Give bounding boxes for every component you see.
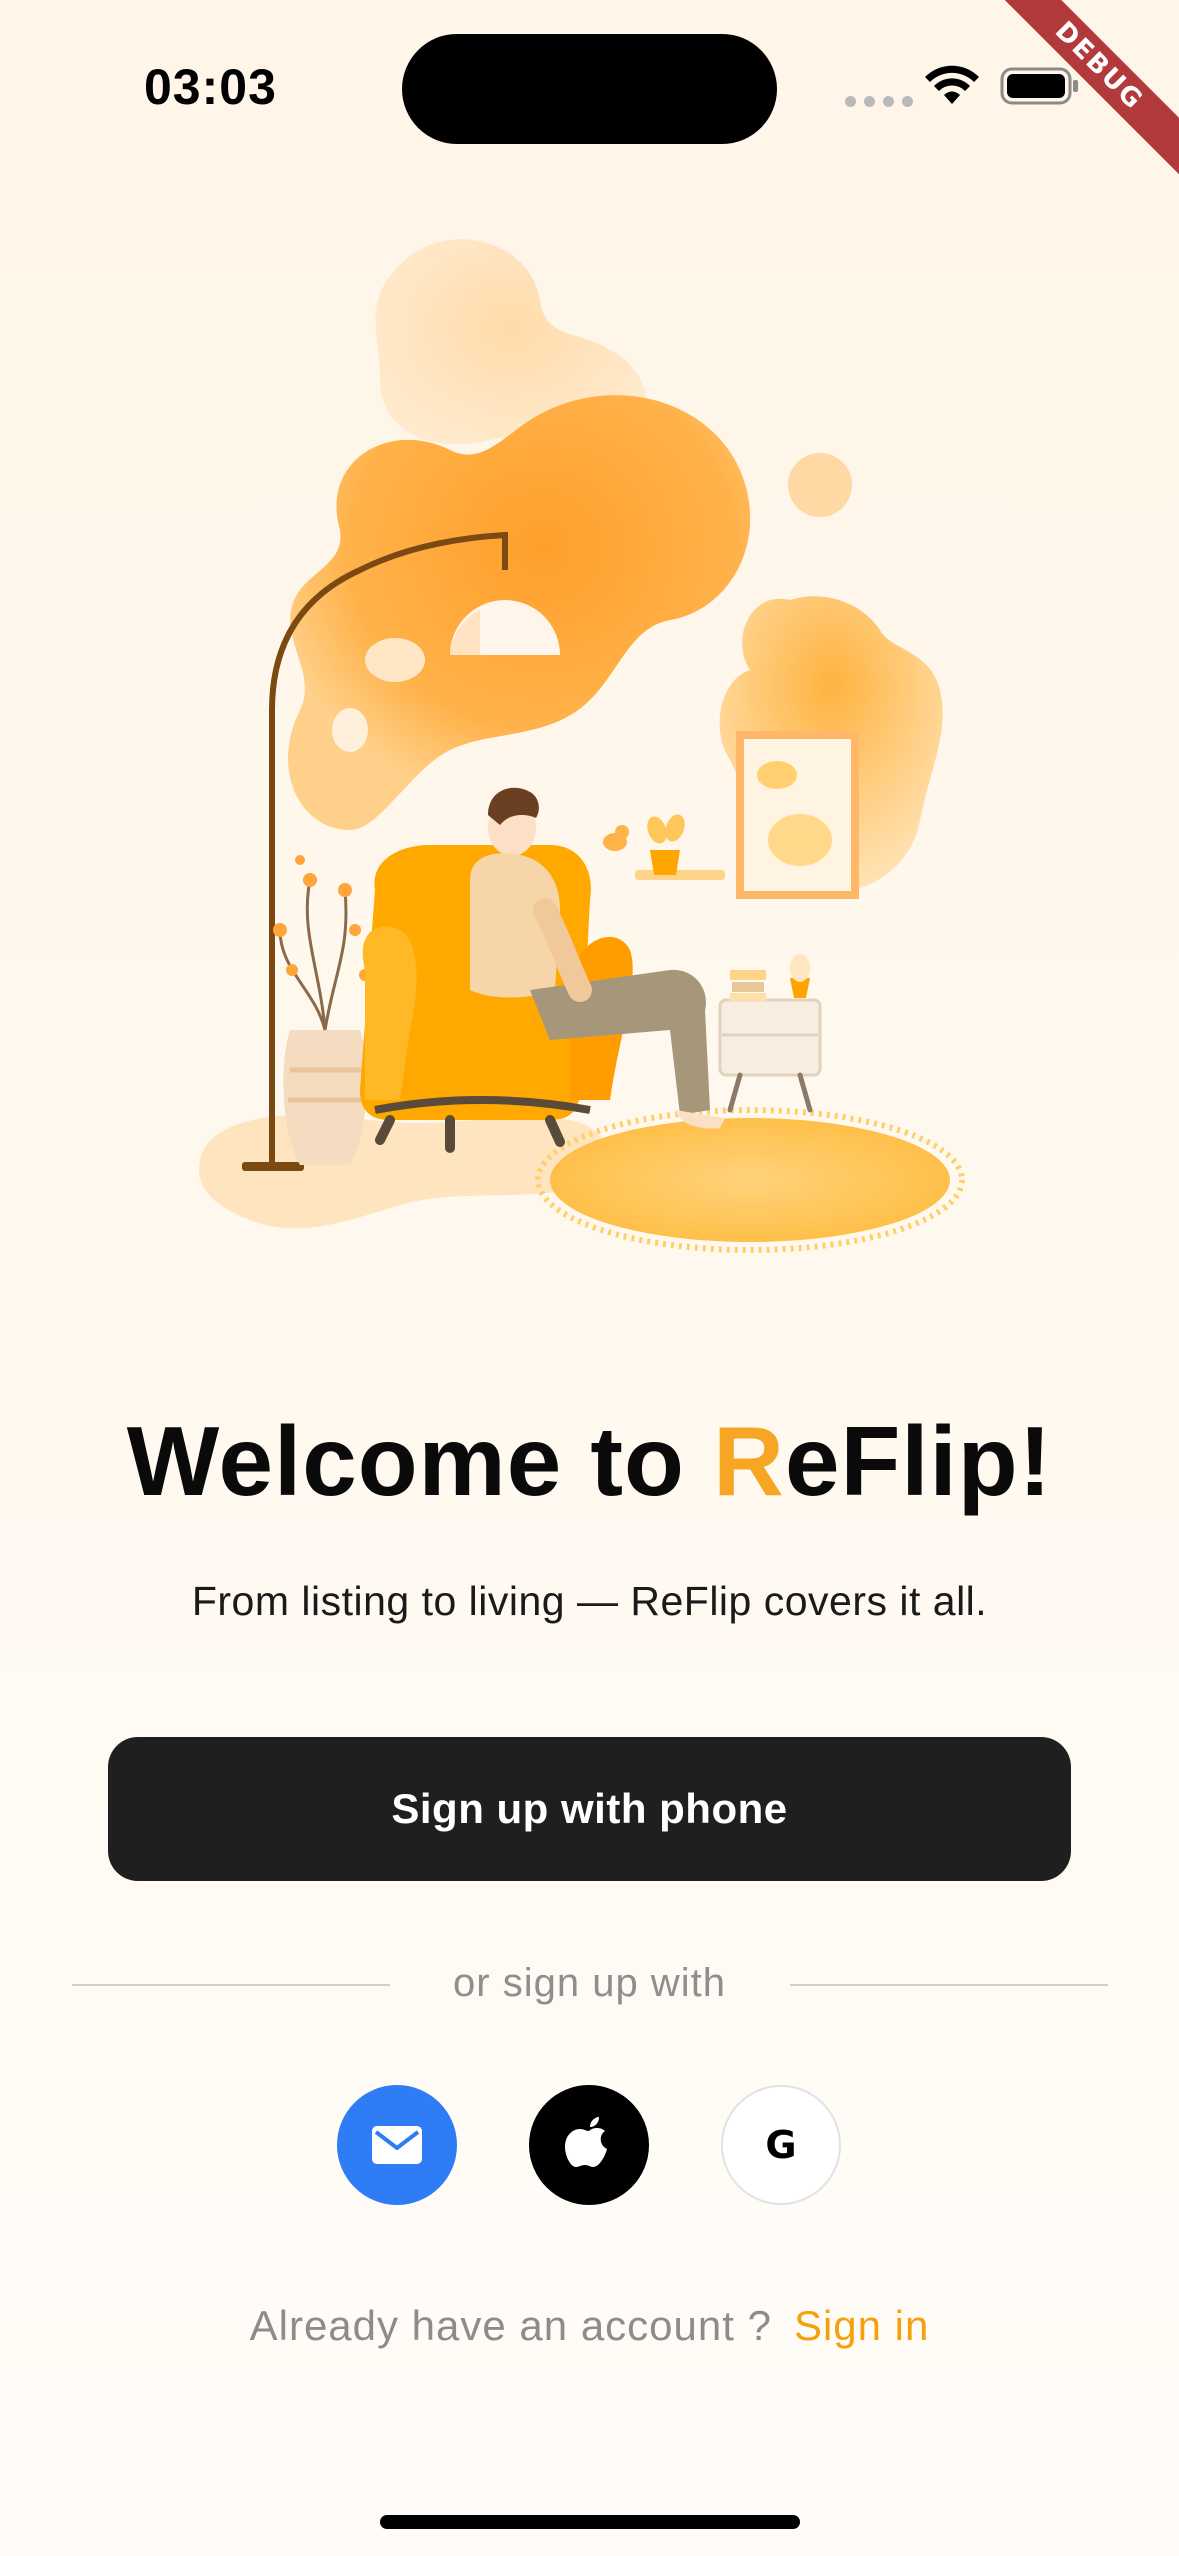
debug-banner: DEBUG: [989, 0, 1179, 190]
cellular-signal-icon: [845, 96, 913, 107]
status-time: 03:03: [144, 59, 277, 115]
hero-illustration: [199, 239, 965, 1253]
welcome-title: Welcome to ReFlip!: [0, 1405, 1179, 1518]
alternative-signup-divider: or sign up with: [0, 1955, 1179, 2015]
sign-in-prompt-text: Already have an account ?: [249, 2302, 772, 2349]
google-signup-button[interactable]: G: [721, 2085, 841, 2205]
wifi-icon: [925, 65, 979, 104]
apple-signup-button[interactable]: [529, 2085, 649, 2205]
welcome-title-prefix: Welcome to: [126, 1406, 714, 1516]
divider-line-right: [790, 1984, 1108, 1986]
home-indicator[interactable]: [380, 2515, 800, 2529]
welcome-title-accent-letter: R: [713, 1406, 785, 1516]
mail-icon: [372, 2126, 422, 2164]
sign-in-prompt-row: Already have an account ? Sign in: [0, 2302, 1179, 2350]
dynamic-island: [402, 34, 777, 144]
debug-banner-label: DEBUG: [989, 0, 1179, 187]
email-signup-button[interactable]: [337, 2085, 457, 2205]
welcome-subtitle: From listing to living — ReFlip covers i…: [191, 1578, 988, 1624]
google-icon: G: [765, 2123, 797, 2167]
sign-up-with-phone-button[interactable]: Sign up with phone: [108, 1737, 1071, 1881]
sign-up-with-phone-label: Sign up with phone: [391, 1785, 788, 1832]
sign-in-link[interactable]: Sign in: [794, 2302, 929, 2349]
apple-icon: [565, 2117, 607, 2167]
social-signup-row: G: [0, 2085, 1179, 2205]
welcome-title-suffix: eFlip!: [784, 1406, 1053, 1516]
